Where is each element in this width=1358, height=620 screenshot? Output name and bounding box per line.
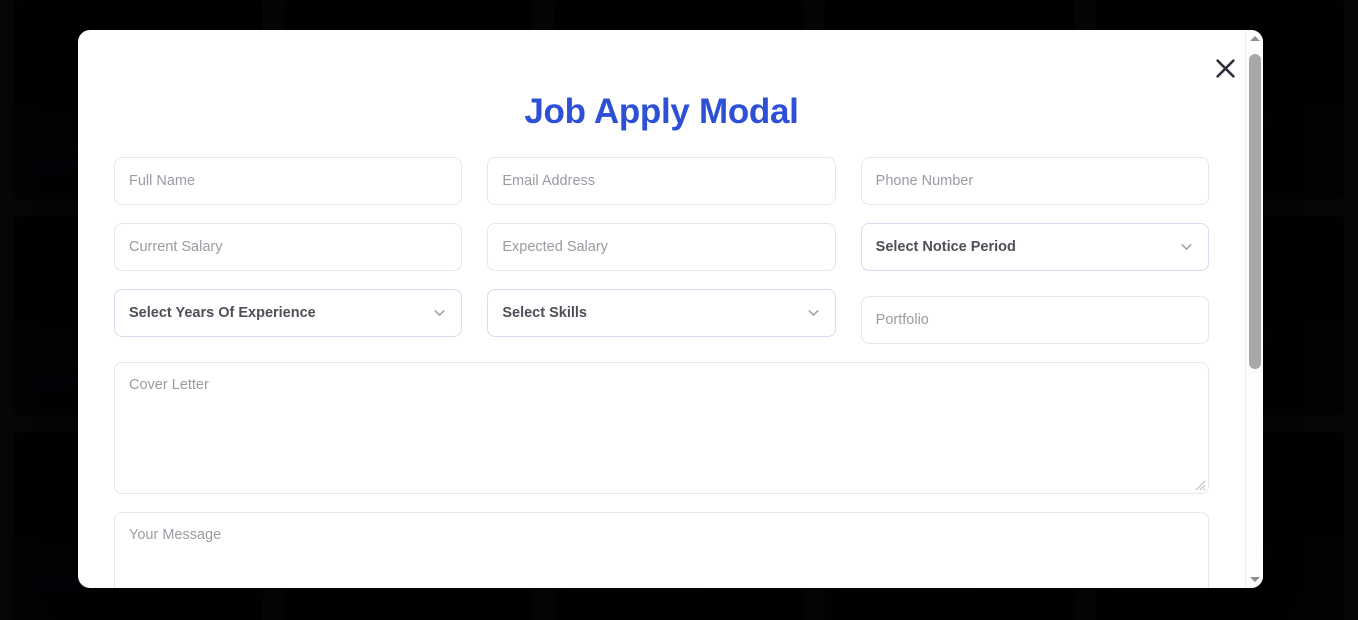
form-col: Select Skills (487, 289, 836, 344)
form-col (114, 223, 463, 271)
full-name-input[interactable] (114, 157, 463, 205)
scroll-down-button[interactable] (1246, 571, 1263, 588)
scroll-down-arrow-icon (1250, 577, 1260, 582)
modal-scrollbar[interactable] (1245, 30, 1263, 588)
years-of-experience-select-wrap: Select Years Of Experience (114, 289, 463, 337)
modal-scroll-content: Job Apply Modal Full Name Email Address … (78, 30, 1245, 588)
form-col (487, 223, 836, 271)
skills-select-wrap: Select Skills (487, 289, 836, 337)
close-icon (1212, 55, 1239, 82)
form-col (487, 157, 836, 205)
your-message-wrap (114, 512, 1209, 588)
form-col: Select Notice Period (860, 223, 1209, 271)
page-title: Job Apply Modal (524, 92, 799, 131)
notice-period-select[interactable]: Select Notice Period (860, 223, 1209, 271)
skills-select[interactable]: Select Skills (487, 289, 836, 337)
job-apply-modal: Job Apply Modal Full Name Email Address … (78, 30, 1263, 588)
current-salary-input[interactable] (114, 223, 463, 271)
scroll-up-button[interactable] (1246, 30, 1263, 47)
phone-number-input[interactable] (860, 157, 1209, 205)
notice-period-select-value: Select Notice Period (875, 239, 1016, 255)
cover-letter-textarea[interactable] (114, 362, 1209, 494)
form-row-3: Select Years Of Experience Select Skills (114, 289, 1209, 344)
job-apply-form: Select Notice Period Sele (114, 132, 1209, 588)
form-col: Select Years Of Experience (114, 289, 463, 344)
scrollbar-thumb[interactable] (1249, 54, 1261, 369)
form-col (860, 296, 1209, 344)
form-row-1 (114, 157, 1209, 205)
email-address-input[interactable] (487, 157, 836, 205)
expected-salary-input[interactable] (487, 223, 836, 271)
years-of-experience-select-value: Select Years Of Experience (129, 305, 316, 321)
form-col (860, 157, 1209, 205)
cover-letter-wrap (114, 362, 1209, 494)
your-message-textarea[interactable] (114, 512, 1209, 588)
form-row-2: Select Notice Period (114, 223, 1209, 271)
close-button[interactable] (1205, 48, 1245, 88)
notice-period-select-wrap: Select Notice Period (860, 223, 1209, 271)
years-of-experience-select[interactable]: Select Years Of Experience (114, 289, 463, 337)
scroll-up-arrow-icon (1250, 36, 1260, 41)
form-col (114, 157, 463, 205)
portfolio-input[interactable] (860, 296, 1209, 344)
skills-select-value: Select Skills (502, 305, 587, 321)
